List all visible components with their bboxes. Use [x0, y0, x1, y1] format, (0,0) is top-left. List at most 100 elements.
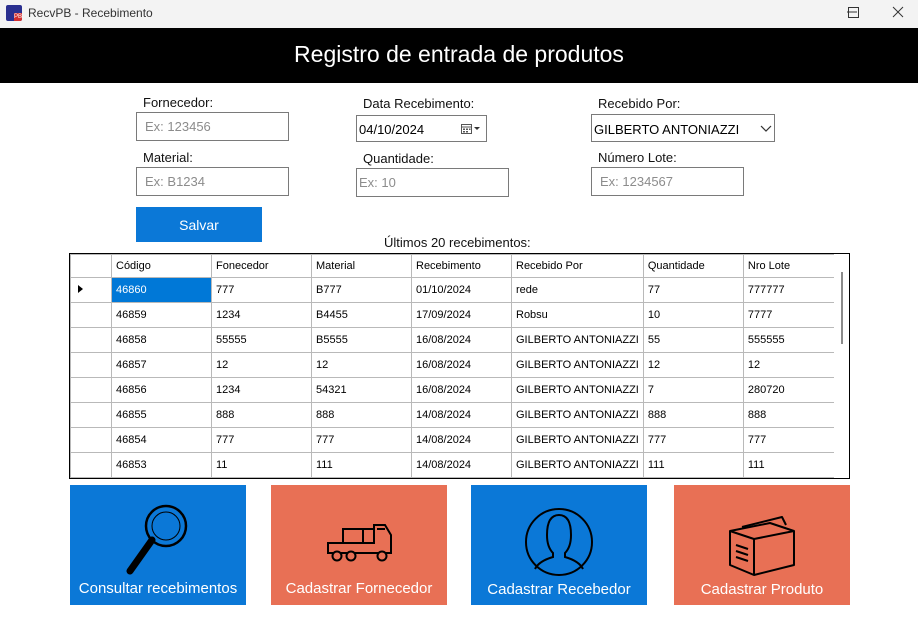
table-cell[interactable]: B777	[311, 277, 412, 303]
row-header[interactable]	[70, 327, 112, 353]
table-cell[interactable]: 55	[642, 327, 744, 353]
table-cell[interactable]: 10	[642, 302, 744, 328]
table-cell[interactable]: GILBERTO ANTONIAZZI	[511, 377, 644, 403]
table-cell[interactable]: 01/10/2024	[411, 277, 512, 303]
fornecedor-input[interactable]	[136, 112, 289, 141]
table-cell[interactable]: 1234	[211, 377, 312, 403]
table-cell[interactable]: 46855	[111, 402, 212, 428]
numero-lote-input[interactable]	[591, 167, 744, 196]
table-row[interactable]: 46856 1234 54321 16/08/2024 GILBERTO ANTONIA…	[70, 377, 844, 403]
table-cell[interactable]: 111	[311, 452, 412, 478]
column-header[interactable]: Material	[311, 254, 412, 278]
table-cell[interactable]: 888	[211, 402, 312, 428]
table-cell[interactable]: 17/09/2024	[411, 302, 512, 328]
table-cell[interactable]: 888	[642, 402, 744, 428]
table-cell[interactable]: 12	[742, 352, 844, 378]
maximize-button[interactable]	[830, 0, 876, 28]
table-row[interactable]: 46858 55555 B5555 16/08/2024 GILBERTO ANTONI…	[70, 327, 844, 353]
table-cell[interactable]: 14/08/2024	[411, 427, 512, 453]
table-cell[interactable]: GILBERTO ANTONIAZZI	[511, 452, 644, 478]
row-header[interactable]	[70, 402, 112, 428]
table-cell[interactable]: 777	[211, 427, 312, 453]
table-row[interactable]: 46860 777 B777 01/10/2024 rede 77 777777	[70, 277, 844, 303]
column-header[interactable]: Nro Lote	[742, 254, 844, 278]
column-header[interactable]: Fonecedor	[211, 254, 312, 278]
recebido-por-select[interactable]: GILBERTO ANTONIAZZI	[591, 114, 775, 142]
table-cell[interactable]: 46854	[111, 427, 212, 453]
table-cell[interactable]: 7	[642, 377, 744, 403]
page-title: Registro de entrada de produtos	[294, 41, 624, 67]
table-row[interactable]: 46857 12 12 16/08/2024 GILBERTO ANTONIAZZI 12…	[70, 352, 844, 378]
table-cell[interactable]: 16/08/2024	[411, 377, 512, 403]
grid-scrollbar[interactable]	[834, 254, 849, 478]
row-header[interactable]	[70, 277, 112, 303]
table-row[interactable]: 46855 888 888 14/08/2024 GILBERTO ANTONIAZZI…	[70, 402, 844, 428]
table-cell[interactable]: 777777	[742, 277, 844, 303]
table-cell[interactable]: 111	[742, 452, 844, 478]
table-cell[interactable]: 14/08/2024	[411, 402, 512, 428]
data-recebimento-value: 04/10/2024	[359, 122, 425, 137]
table-cell[interactable]: Robsu	[511, 302, 644, 328]
tile-label: Consultar recebimentos	[78, 580, 238, 597]
save-button[interactable]: Salvar	[136, 207, 262, 242]
table-cell[interactable]: 16/08/2024	[411, 352, 512, 378]
table-cell[interactable]: 777	[642, 427, 744, 453]
close-button[interactable]	[872, 0, 918, 28]
table-row[interactable]: 46859 1234 B4455 17/09/2024 Robsu 10 7777	[70, 302, 844, 328]
table-cell[interactable]: 55555	[211, 327, 312, 353]
table-cell[interactable]: 46860	[111, 277, 212, 303]
table-cell[interactable]: 54321	[311, 377, 412, 403]
table-cell[interactable]: 77	[642, 277, 744, 303]
row-header[interactable]	[70, 427, 112, 453]
table-cell[interactable]: 46858	[111, 327, 212, 353]
header-row: Código Fonecedor Material Recebimento Re…	[70, 254, 844, 278]
table-cell[interactable]: rede	[511, 277, 644, 303]
scrollbar-thumb[interactable]	[841, 272, 843, 344]
table-cell[interactable]: 1234	[211, 302, 312, 328]
quantidade-input[interactable]	[356, 168, 509, 197]
tile-cadastrar-fornecedor[interactable]: Cadastrar Fornecedor	[271, 485, 447, 605]
table-cell[interactable]: 12	[211, 352, 312, 378]
table-cell[interactable]: GILBERTO ANTONIAZZI	[511, 402, 644, 428]
column-header[interactable]: Código	[111, 254, 212, 278]
row-header[interactable]	[70, 377, 112, 403]
table-cell[interactable]: 555555	[742, 327, 844, 353]
table-row[interactable]: 46854 777 777 14/08/2024 GILBERTO ANTONIAZZI…	[70, 427, 844, 453]
column-header[interactable]: Quantidade	[642, 254, 744, 278]
tile-cadastrar-produto[interactable]: Cadastrar Produto	[674, 485, 850, 605]
row-header[interactable]	[70, 452, 112, 478]
tile-cadastrar-recebedor[interactable]: Cadastrar Recebedor	[471, 485, 647, 605]
table-cell[interactable]: 777	[311, 427, 412, 453]
table-cell[interactable]: 16/08/2024	[411, 327, 512, 353]
table-cell[interactable]: 46853	[111, 452, 212, 478]
receipts-grid[interactable]: Código Fonecedor Material Recebimento Re…	[69, 253, 850, 479]
table-cell[interactable]: B4455	[311, 302, 412, 328]
column-header[interactable]: Recebido Por	[511, 254, 644, 278]
table-cell[interactable]: 111	[642, 452, 744, 478]
table-cell[interactable]: 777	[211, 277, 312, 303]
calendar-icon[interactable]	[460, 122, 484, 136]
table-cell[interactable]: 7777	[742, 302, 844, 328]
table-cell[interactable]: 46857	[111, 352, 212, 378]
table-cell[interactable]: 11	[211, 452, 312, 478]
table-cell[interactable]: 14/08/2024	[411, 452, 512, 478]
table-cell[interactable]: GILBERTO ANTONIAZZI	[511, 352, 644, 378]
table-cell[interactable]: 280720	[742, 377, 844, 403]
table-cell[interactable]: GILBERTO ANTONIAZZI	[511, 327, 644, 353]
table-row[interactable]: 46853 11 111 14/08/2024 GILBERTO ANTONIAZZI 1…	[70, 452, 844, 478]
table-cell[interactable]: GILBERTO ANTONIAZZI	[511, 427, 644, 453]
column-header[interactable]: Recebimento	[411, 254, 512, 278]
table-cell[interactable]: B5555	[311, 327, 412, 353]
material-input[interactable]	[136, 167, 289, 196]
table-cell[interactable]: 12	[311, 352, 412, 378]
row-header[interactable]	[70, 352, 112, 378]
tile-consultar-recebimentos[interactable]: Consultar recebimentos	[70, 485, 246, 605]
data-recebimento-picker[interactable]: 04/10/2024	[356, 115, 487, 142]
table-cell[interactable]: 777	[742, 427, 844, 453]
row-header[interactable]	[70, 302, 112, 328]
table-cell[interactable]: 888	[742, 402, 844, 428]
table-cell[interactable]: 46859	[111, 302, 212, 328]
table-cell[interactable]: 888	[311, 402, 412, 428]
table-cell[interactable]: 12	[642, 352, 744, 378]
table-cell[interactable]: 46856	[111, 377, 212, 403]
